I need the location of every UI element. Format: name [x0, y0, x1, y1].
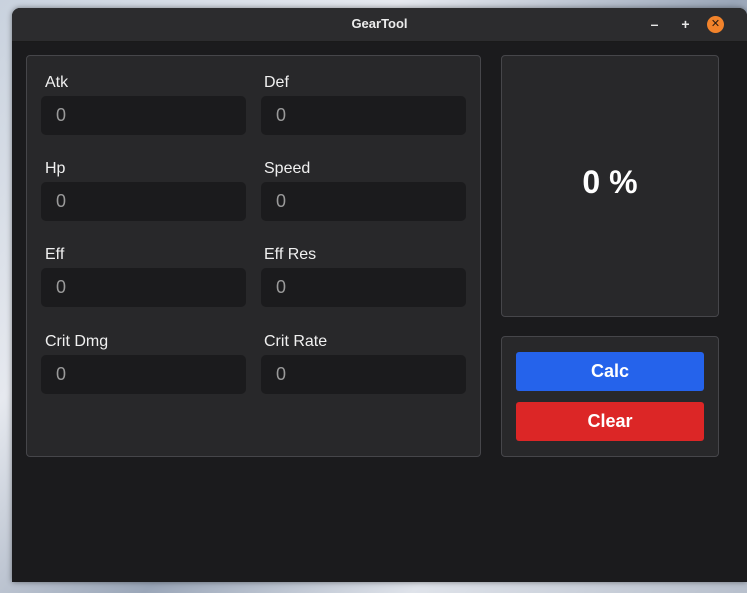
minimize-button[interactable]: –	[646, 16, 663, 33]
hp-input[interactable]	[41, 182, 246, 221]
clear-button[interactable]: Clear	[516, 402, 704, 441]
hp-label: Hp	[45, 160, 66, 177]
eff-input[interactable]	[41, 268, 246, 307]
eff-res-input[interactable]	[261, 268, 466, 307]
atk-input[interactable]	[41, 96, 246, 135]
def-input[interactable]	[261, 96, 466, 135]
crit-rate-label: Crit Rate	[264, 333, 328, 350]
crit-dmg-input[interactable]	[41, 355, 246, 394]
crit-dmg-label: Crit Dmg	[45, 333, 109, 350]
maximize-icon: +	[681, 16, 690, 32]
def-label: Def	[264, 74, 289, 91]
calc-button[interactable]: Calc	[516, 352, 704, 391]
speed-label: Speed	[264, 160, 311, 177]
stats-panel: Atk Def Hp Speed Eff Eff Res Crit Dmg Cr…	[26, 55, 481, 457]
maximize-button[interactable]: +	[677, 16, 694, 33]
result-panel: 0 %	[501, 55, 719, 317]
minimize-icon: –	[650, 16, 659, 32]
atk-label: Atk	[45, 74, 69, 91]
actions-panel: Calc Clear	[501, 336, 719, 457]
window-title: GearTool	[351, 16, 408, 31]
app-window: GearTool – + ✕ Atk Def Hp Speed Eff Eff …	[12, 8, 747, 582]
speed-input[interactable]	[261, 182, 466, 221]
crit-rate-input[interactable]	[261, 355, 466, 394]
gear-score-result: 0 %	[582, 164, 638, 200]
close-button[interactable]: ✕	[707, 16, 724, 33]
close-icon: ✕	[710, 18, 721, 30]
eff-res-label: Eff Res	[264, 246, 317, 263]
eff-label: Eff	[45, 246, 65, 263]
titlebar[interactable]: GearTool – + ✕	[12, 8, 747, 42]
